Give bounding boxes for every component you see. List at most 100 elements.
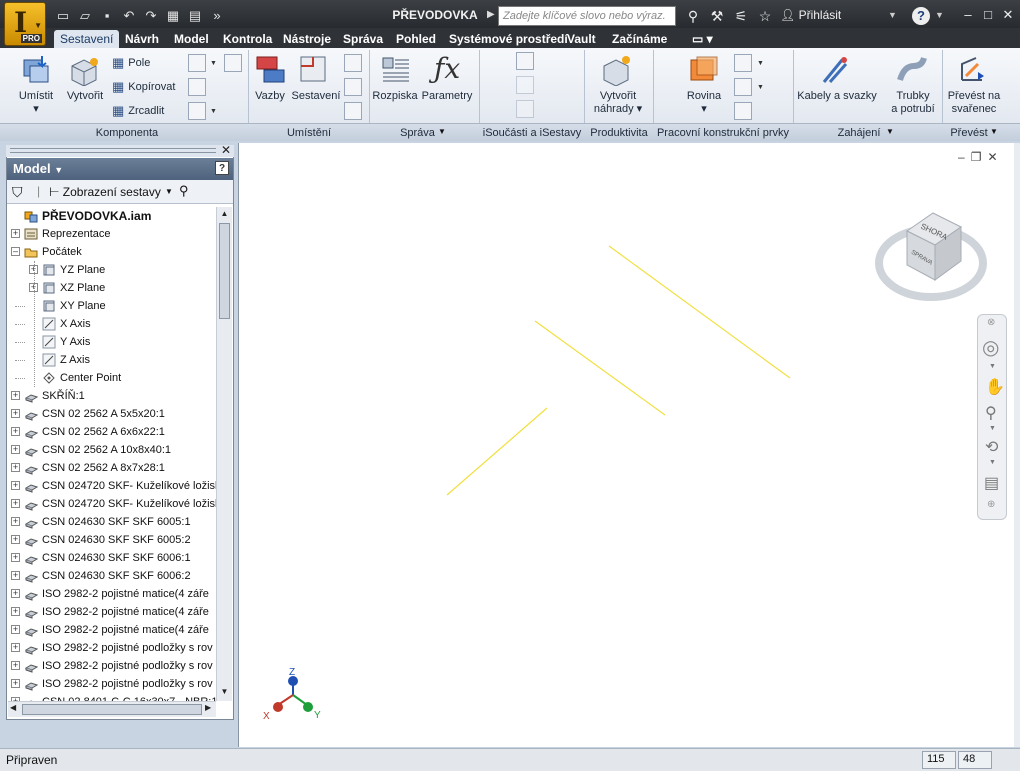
expand-icon[interactable]: + xyxy=(11,679,20,688)
tree-row[interactable]: + XZ Plane xyxy=(8,279,216,297)
more-icon[interactable]: » xyxy=(208,7,226,25)
browser-horizontal-scrollbar[interactable]: ◀ ▶ xyxy=(8,701,216,717)
tree-row[interactable]: Y Axis xyxy=(8,333,216,351)
tab-sestaveni[interactable]: Sestavení xyxy=(54,30,120,48)
wrench-icon[interactable]: ⚒ xyxy=(708,7,726,25)
tree-row[interactable]: + ISO 2982-2 pojistné podložky s rov xyxy=(8,639,216,657)
copy-button[interactable]: ▦ Kopírovat xyxy=(112,79,175,95)
expand-icon[interactable]: + xyxy=(11,391,20,400)
tab-model[interactable]: Model xyxy=(168,30,215,48)
tree-row[interactable]: Z Axis xyxy=(8,351,216,369)
navbar-close-icon[interactable]: ⊗ xyxy=(987,317,995,328)
tab-navrh[interactable]: Návrh xyxy=(119,30,165,48)
tree-row[interactable]: + CSN 02 2562 A 10x8x40:1 xyxy=(8,441,216,459)
filter-icon[interactable]: ⛉ xyxy=(12,184,23,201)
search-input[interactable]: Zadejte klíčové slovo nebo výraz. xyxy=(498,6,676,26)
work-axis-caret-icon[interactable]: ▼ xyxy=(757,60,764,67)
undo-icon[interactable]: ↶ xyxy=(120,7,138,25)
scroll-down-icon[interactable]: ▼ xyxy=(219,687,230,699)
pattern-button[interactable]: ▦ Pole xyxy=(112,55,150,71)
expand-icon[interactable]: + xyxy=(11,571,20,580)
find-icon[interactable]: ⚲ xyxy=(179,183,189,199)
tree-row[interactable]: + ISO 2982-2 pojistné matice(4 záře xyxy=(8,603,216,621)
browser-vertical-scrollbar[interactable]: ▲ ▼ xyxy=(216,207,232,701)
convert-weldment-button[interactable]: Převést na svařenec xyxy=(944,90,1004,116)
constrain-button[interactable]: Vazby xyxy=(252,90,288,103)
star-icon[interactable]: ☆ xyxy=(756,7,774,25)
create-button[interactable]: Vytvořit xyxy=(62,90,108,103)
help-icon[interactable]: ? xyxy=(912,7,930,25)
redo-icon[interactable]: ↷ xyxy=(142,7,160,25)
steering-wheel-icon[interactable]: ◎ xyxy=(982,335,999,360)
work-point-caret-icon[interactable]: ▼ xyxy=(757,84,764,91)
tree-row[interactable]: + YZ Plane xyxy=(8,261,216,279)
scroll-up-icon[interactable]: ▲ xyxy=(219,209,230,221)
shrinkwrap-caret-icon[interactable]: ▼ xyxy=(210,108,217,115)
expand-icon[interactable]: + xyxy=(11,553,20,562)
zahajeni-panel-caret-icon[interactable]: ▼ xyxy=(886,127,894,136)
scroll-left-icon[interactable]: ◀ xyxy=(10,703,16,712)
assemble-button[interactable]: Sestavení xyxy=(290,90,342,103)
browser-help-icon[interactable]: ? xyxy=(215,161,229,175)
expand-icon[interactable]: + xyxy=(11,463,20,472)
tree-row[interactable]: + CSN 024630 SKF SKF 6006:2 xyxy=(8,567,216,585)
expand-icon[interactable]: + xyxy=(11,427,20,436)
tree-row[interactable]: + CSN 02 2562 A 8x7x28:1 xyxy=(8,459,216,477)
joint-icon[interactable] xyxy=(344,54,362,72)
tree-row[interactable]: + ISO 2982-2 pojistné matice(4 záře xyxy=(8,585,216,603)
application-menu-button[interactable]: I ▼ PRO xyxy=(4,2,46,46)
scroll-right-icon[interactable]: ▶ xyxy=(205,703,211,712)
view-selector[interactable]: ⊢ Zobrazení sestavy xyxy=(49,185,161,199)
hscroll-thumb[interactable] xyxy=(22,704,202,715)
tube-pipe-button[interactable]: Trubky a potrubí xyxy=(884,90,942,116)
grid-icon[interactable] xyxy=(224,54,242,72)
work-axis-icon[interactable] xyxy=(734,54,752,72)
iassembly-icon[interactable] xyxy=(516,52,534,70)
tab-pohled[interactable]: Pohled xyxy=(390,30,442,48)
tab-systemove-prostredi[interactable]: Systémové prostředí xyxy=(443,30,574,48)
expand-icon[interactable]: + xyxy=(11,517,20,526)
look-at-icon[interactable]: ▤ xyxy=(984,473,999,493)
expand-icon[interactable]: + xyxy=(11,229,20,238)
tab-zaciname[interactable]: Začínáme xyxy=(606,30,673,48)
expand-icon[interactable]: + xyxy=(11,481,20,490)
tab-kontrola[interactable]: Kontrola xyxy=(217,30,278,48)
collapse-icon[interactable]: – xyxy=(11,247,20,256)
create-substitute-button[interactable]: Vytvořit náhrady ▾ xyxy=(592,90,644,116)
sprava-panel-caret-icon[interactable]: ▼ xyxy=(438,127,446,136)
panel-prevest-label[interactable]: Převést xyxy=(944,125,994,141)
bom-button[interactable]: Rozpiska xyxy=(372,90,418,103)
ucs-icon[interactable] xyxy=(734,102,752,120)
expand-icon[interactable]: + xyxy=(11,445,20,454)
tree-row[interactable]: Center Point xyxy=(8,369,216,387)
orbit-caret-icon[interactable]: ▼ xyxy=(989,459,996,466)
viewport-minimize-icon[interactable]: – xyxy=(958,150,965,164)
satellite-icon[interactable]: ⚟ xyxy=(732,7,750,25)
tree-row[interactable]: + CSN 02 2562 A 6x6x22:1 xyxy=(8,423,216,441)
browser-close-icon[interactable]: ✕ xyxy=(221,143,231,157)
expand-icon[interactable]: + xyxy=(11,661,20,670)
viewport-restore-icon[interactable]: ❐ xyxy=(971,150,982,164)
zoom-caret-icon[interactable]: ▼ xyxy=(989,425,996,432)
view-caret-icon[interactable]: ▼ xyxy=(165,187,173,196)
shrinkwrap-icon[interactable] xyxy=(188,102,206,120)
save-icon[interactable]: ▪ xyxy=(98,7,116,25)
tab-vault[interactable]: Vault xyxy=(561,30,602,48)
scroll-thumb[interactable] xyxy=(219,223,230,319)
panel-zahajeni-label[interactable]: Zahájení xyxy=(794,125,924,141)
tree-row[interactable]: – Počátek xyxy=(8,243,216,261)
tree-row[interactable]: + CSN 024630 SKF SKF 6006:1 xyxy=(8,549,216,567)
expand-icon[interactable]: + xyxy=(11,589,20,598)
tree-row[interactable]: + ISO 2982-2 pojistné matice(4 záře xyxy=(8,621,216,639)
zoom-icon[interactable]: ⚲ xyxy=(985,403,997,423)
rotate-icon[interactable] xyxy=(344,102,362,120)
tab-nastroje[interactable]: Nástroje xyxy=(277,30,337,48)
navbar-options-icon[interactable]: ⊕ xyxy=(987,499,995,510)
work-point-icon[interactable] xyxy=(734,78,752,96)
tree-row[interactable]: XY Plane xyxy=(8,297,216,315)
tree-row[interactable]: + ISO 2982-2 pojistné podložky s rov xyxy=(8,657,216,675)
help-dropdown-icon[interactable]: ▼ xyxy=(935,10,944,20)
tree-row[interactable]: + CSN 024720 SKF- Kuželíkové ložisk xyxy=(8,495,216,513)
close-icon[interactable]: ✕ xyxy=(1000,5,1016,25)
binoculars-icon[interactable]: ⚲ xyxy=(684,7,702,25)
